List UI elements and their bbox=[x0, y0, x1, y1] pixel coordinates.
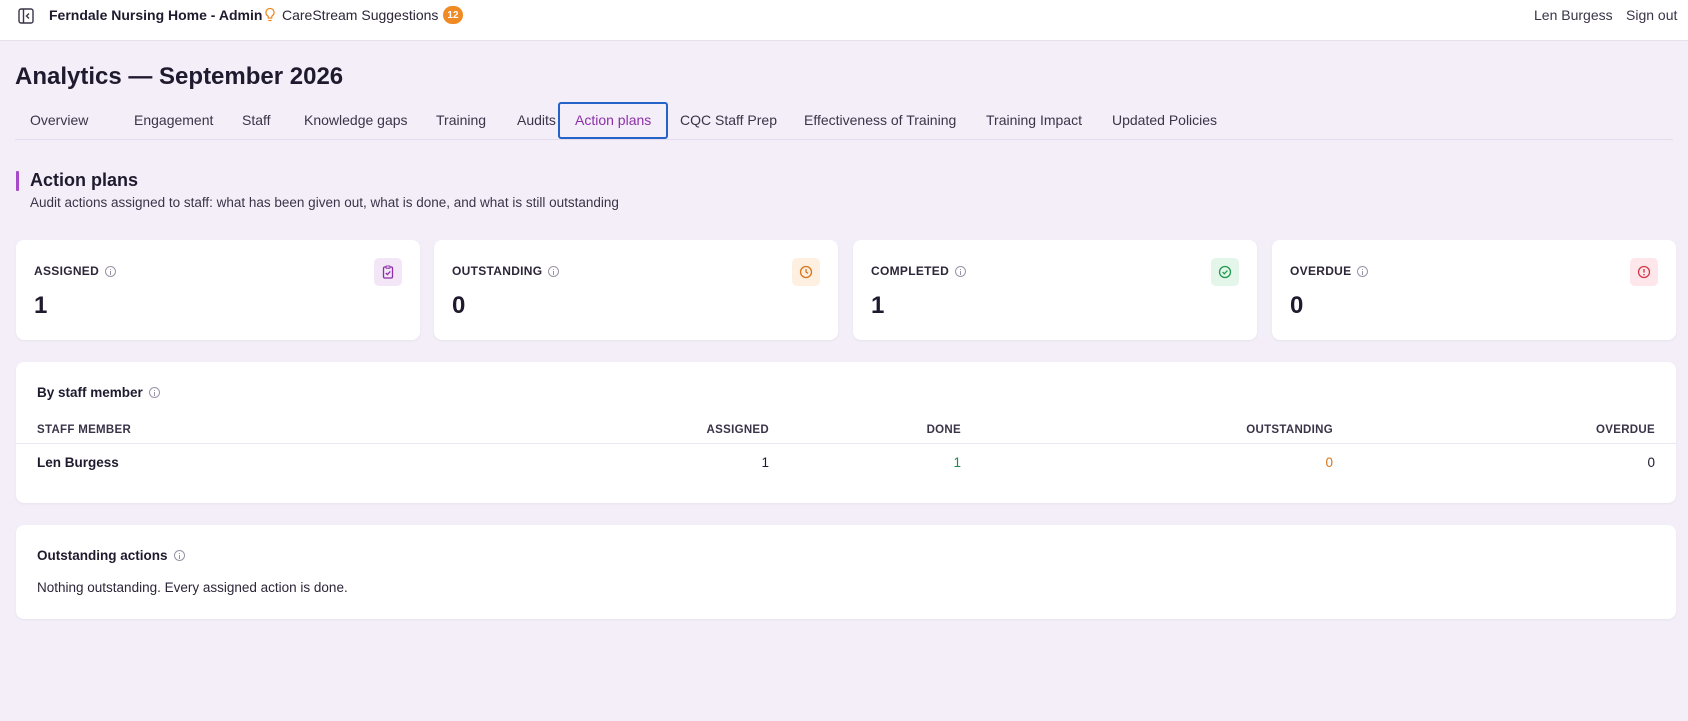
column-header-assigned: ASSIGNED bbox=[706, 424, 769, 436]
outstanding-actions-panel: Outstanding actions Nothing outstanding.… bbox=[16, 525, 1676, 619]
overdue-cell: 0 bbox=[1647, 455, 1655, 470]
sign-out-link[interactable]: Sign out bbox=[1626, 7, 1677, 23]
tab-cqc-staff-prep[interactable]: CQC Staff Prep bbox=[665, 102, 792, 139]
check-circle-icon bbox=[1211, 258, 1239, 286]
tab-engagement[interactable]: Engagement bbox=[119, 102, 228, 139]
outstanding-cell: 0 bbox=[1325, 455, 1333, 470]
section-accent-bar bbox=[16, 171, 19, 191]
table-header: STAFF MEMBER ASSIGNED DONE OUTSTANDING O… bbox=[16, 414, 1676, 444]
lightbulb-icon bbox=[265, 7, 275, 22]
assigned-cell: 1 bbox=[761, 455, 769, 470]
app-title[interactable]: Ferndale Nursing Home - Admin bbox=[49, 7, 262, 23]
info-icon[interactable] bbox=[548, 265, 560, 277]
panel-title: By staff member bbox=[37, 385, 143, 400]
stat-value: 1 bbox=[34, 292, 48, 319]
info-icon[interactable] bbox=[173, 550, 185, 561]
stat-value: 0 bbox=[452, 292, 466, 319]
stat-label: OUTSTANDING bbox=[452, 264, 543, 278]
page-title: Analytics — September 2026 bbox=[15, 63, 344, 90]
info-icon[interactable] bbox=[955, 265, 967, 277]
tab-training[interactable]: Training bbox=[421, 102, 501, 139]
tab-action-plans[interactable]: Action plans bbox=[558, 102, 669, 139]
sidebar-toggle-icon[interactable] bbox=[18, 8, 34, 24]
column-header-outstanding: OUTSTANDING bbox=[1246, 424, 1333, 436]
suggestions-link[interactable]: CareStream Suggestions 12 bbox=[264, 6, 463, 24]
done-cell: 1 bbox=[953, 455, 961, 470]
clipboard-check-icon bbox=[374, 258, 402, 286]
table-row[interactable]: Len Burgess 1 1 0 0 bbox=[16, 445, 1676, 479]
alert-circle-icon bbox=[1630, 258, 1658, 286]
stat-label: OVERDUE bbox=[1290, 264, 1352, 278]
column-header-done: DONE bbox=[926, 424, 961, 436]
clock-icon bbox=[792, 258, 820, 286]
stat-card-assigned: ASSIGNED 1 bbox=[16, 240, 420, 340]
stat-card-completed: COMPLETED 1 bbox=[853, 240, 1257, 340]
stat-value: 1 bbox=[871, 292, 885, 319]
column-header-staff-member: STAFF MEMBER bbox=[37, 424, 132, 436]
info-icon[interactable] bbox=[148, 387, 160, 398]
stat-label: COMPLETED bbox=[871, 264, 950, 278]
top-bar: Ferndale Nursing Home - Admin CareStream… bbox=[0, 0, 1688, 41]
suggestions-count-badge: 12 bbox=[443, 6, 463, 24]
section-subtitle: Audit actions assigned to staff: what ha… bbox=[30, 195, 619, 210]
tab-updated-policies[interactable]: Updated Policies bbox=[1097, 102, 1232, 139]
analytics-tabs: Overview Engagement Staff Knowledge gaps… bbox=[15, 102, 1673, 140]
stat-card-overdue: OVERDUE 0 bbox=[1272, 240, 1676, 340]
tab-knowledge-gaps[interactable]: Knowledge gaps bbox=[289, 102, 423, 139]
stat-card-outstanding: OUTSTANDING 0 bbox=[434, 240, 838, 340]
by-staff-panel: By staff member STAFF MEMBER ASSIGNED DO… bbox=[16, 362, 1676, 503]
column-header-overdue: OVERDUE bbox=[1596, 424, 1655, 436]
tab-effectiveness-of-training[interactable]: Effectiveness of Training bbox=[789, 102, 971, 139]
tab-staff[interactable]: Staff bbox=[227, 102, 286, 139]
suggestions-label: CareStream Suggestions bbox=[282, 7, 439, 23]
staff-name-cell: Len Burgess bbox=[37, 455, 119, 470]
tab-overview[interactable]: Overview bbox=[15, 102, 103, 139]
info-icon[interactable] bbox=[105, 265, 117, 277]
section-title: Action plans bbox=[30, 170, 139, 190]
stat-label: ASSIGNED bbox=[34, 264, 100, 278]
tab-training-impact[interactable]: Training Impact bbox=[971, 102, 1097, 139]
stat-value: 0 bbox=[1290, 292, 1304, 319]
info-icon[interactable] bbox=[1357, 265, 1369, 277]
user-name[interactable]: Len Burgess bbox=[1534, 7, 1613, 23]
empty-state-message: Nothing outstanding. Every assigned acti… bbox=[37, 580, 348, 595]
panel-title: Outstanding actions bbox=[37, 548, 168, 563]
